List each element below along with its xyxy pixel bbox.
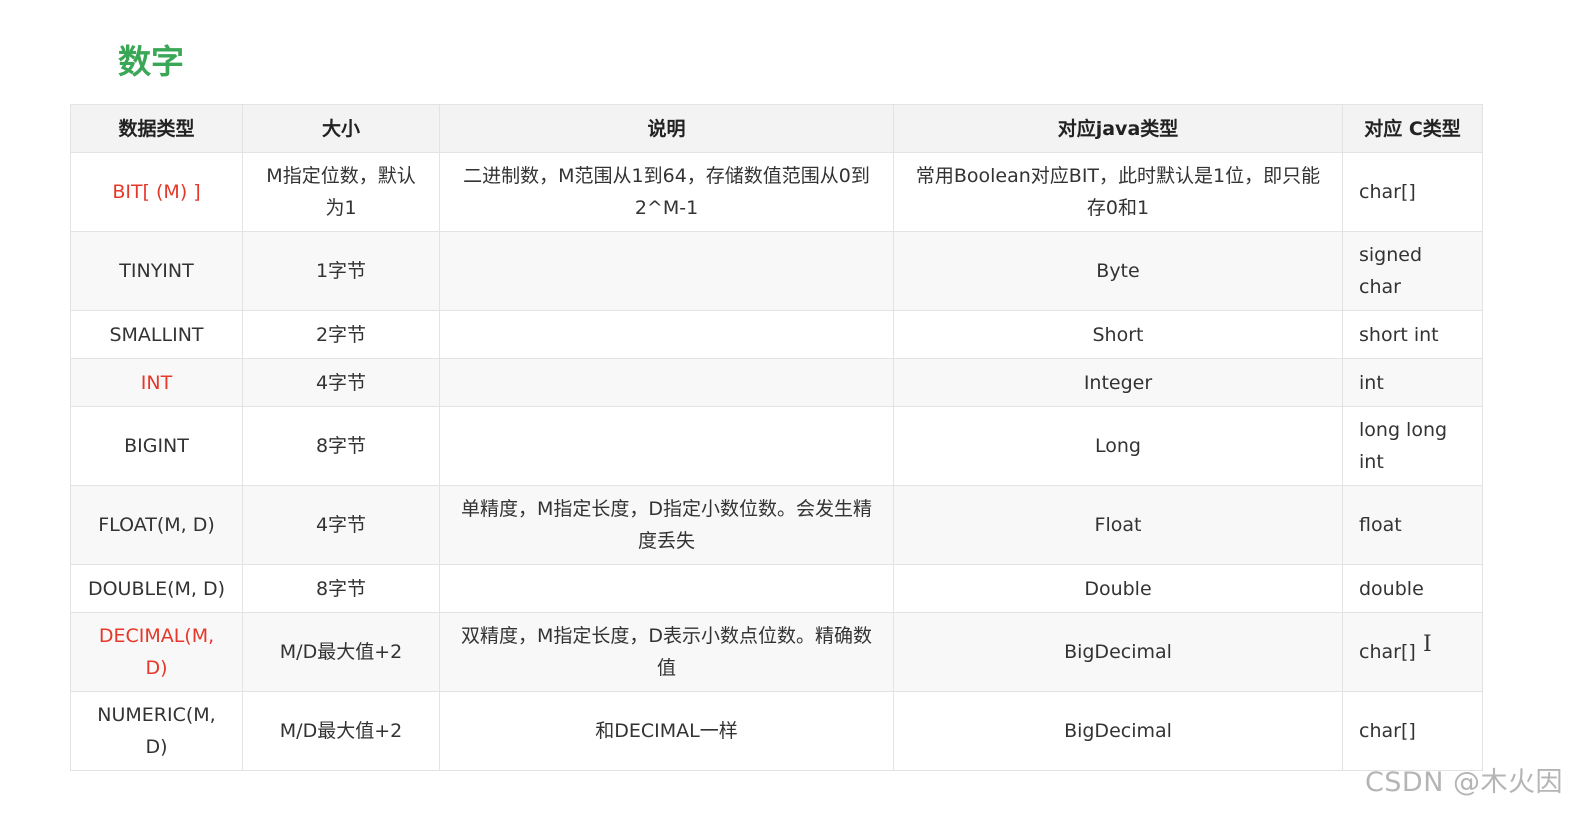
size-cell: M/D最大值+2 <box>242 691 440 771</box>
description-cell: 双精度，M指定长度，D表示小数点位数。精确数值 <box>439 612 894 692</box>
c-type-cell: signed char <box>1342 231 1483 311</box>
description-cell <box>439 310 894 359</box>
column-header: 对应java类型 <box>893 104 1343 153</box>
table-header-row: 数据类型 大小 说明 对应java类型 对应 C类型 <box>70 104 1483 153</box>
column-header: 数据类型 <box>70 104 243 153</box>
java-type-cell: Double <box>893 564 1343 613</box>
java-type-cell: 常用Boolean对应BIT，此时默认是1位，即只能存0和1 <box>893 152 1343 232</box>
type-cell: DECIMAL(M, D) <box>70 612 243 692</box>
size-cell: 8字节 <box>242 564 440 613</box>
c-type-cell: char[] <box>1342 612 1483 692</box>
table-row: SMALLINT 2字节 Short short int <box>70 310 1483 359</box>
watermark: CSDN @木火因 <box>1364 767 1563 798</box>
description-cell <box>439 231 894 311</box>
java-type-cell: Byte <box>893 231 1343 311</box>
table-row: BIT[ (M) ] M指定位数，默认为1 二进制数，M范围从1到64，存储数值… <box>70 152 1483 232</box>
c-type-cell: long long int <box>1342 406 1483 486</box>
table-row: DOUBLE(M, D) 8字节 Double double <box>70 564 1483 613</box>
java-type-cell: Float <box>893 485 1343 565</box>
data-types-table: 数据类型 大小 说明 对应java类型 对应 C类型 BIT[ (M) ] M指… <box>70 104 1483 771</box>
column-header: 大小 <box>242 104 440 153</box>
description-cell <box>439 358 894 407</box>
type-cell: SMALLINT <box>70 310 243 359</box>
table-row: INT 4字节 Integer int <box>70 358 1483 407</box>
page: 数字 数据类型 大小 说明 对应java类型 对应 C类型 BIT[ (M) ]… <box>0 0 1581 813</box>
table-row: DECIMAL(M, D) M/D最大值+2 双精度，M指定长度，D表示小数点位… <box>70 612 1483 692</box>
table-row: FLOAT(M, D) 4字节 单精度，M指定长度，D指定小数位数。会发生精度丢… <box>70 485 1483 565</box>
java-type-cell: Integer <box>893 358 1343 407</box>
description-cell: 和DECIMAL一样 <box>439 691 894 771</box>
table-row: BIGINT 8字节 Long long long int <box>70 406 1483 486</box>
size-cell: 4字节 <box>242 358 440 407</box>
size-cell: 8字节 <box>242 406 440 486</box>
c-type-cell: int <box>1342 358 1483 407</box>
description-cell: 单精度，M指定长度，D指定小数位数。会发生精度丢失 <box>439 485 894 565</box>
type-cell: BIT[ (M) ] <box>70 152 243 232</box>
type-cell: NUMERIC(M, D) <box>70 691 243 771</box>
c-type-cell: char[] <box>1342 691 1483 771</box>
table-row: NUMERIC(M, D) M/D最大值+2 和DECIMAL一样 BigDec… <box>70 691 1483 771</box>
java-type-cell: Long <box>893 406 1343 486</box>
type-cell: TINYINT <box>70 231 243 311</box>
description-cell <box>439 564 894 613</box>
column-header: 说明 <box>439 104 894 153</box>
c-type-cell: float <box>1342 485 1483 565</box>
table-row: TINYINT 1字节 Byte signed char <box>70 231 1483 311</box>
column-header: 对应 C类型 <box>1342 104 1483 153</box>
c-type-cell: char[] <box>1342 152 1483 232</box>
size-cell: 1字节 <box>242 231 440 311</box>
size-cell: 2字节 <box>242 310 440 359</box>
type-cell: FLOAT(M, D) <box>70 485 243 565</box>
description-cell <box>439 406 894 486</box>
size-cell: M指定位数，默认为1 <box>242 152 440 232</box>
type-cell: DOUBLE(M, D) <box>70 564 243 613</box>
java-type-cell: BigDecimal <box>893 691 1343 771</box>
java-type-cell: BigDecimal <box>893 612 1343 692</box>
c-type-cell: double <box>1342 564 1483 613</box>
section-heading: 数字 <box>118 42 184 81</box>
c-type-cell: short int <box>1342 310 1483 359</box>
java-type-cell: Short <box>893 310 1343 359</box>
type-cell: BIGINT <box>70 406 243 486</box>
description-cell: 二进制数，M范围从1到64，存储数值范围从0到2^M-1 <box>439 152 894 232</box>
type-cell: INT <box>70 358 243 407</box>
size-cell: M/D最大值+2 <box>242 612 440 692</box>
size-cell: 4字节 <box>242 485 440 565</box>
text-cursor-icon: I <box>1423 632 1432 657</box>
